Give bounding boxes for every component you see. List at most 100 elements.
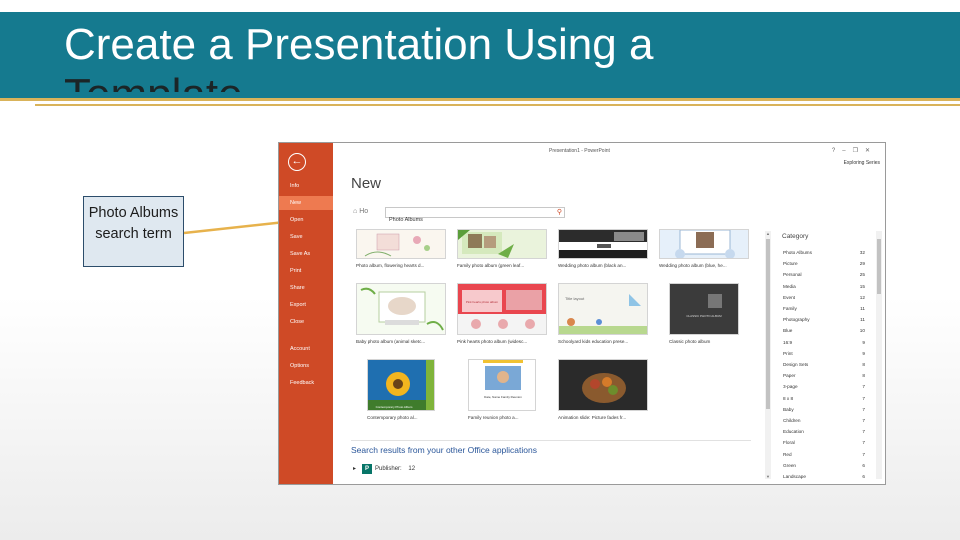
category-item[interactable]: Picture 29 <box>783 258 865 269</box>
category-item[interactable]: Children 7 <box>783 415 865 426</box>
thumb-4-art <box>675 230 735 258</box>
category-scrollbar[interactable] <box>876 231 882 479</box>
results-scrollbar[interactable]: ▲ ▼ <box>765 231 771 479</box>
category-count: 9 <box>862 350 865 356</box>
close-icon[interactable]: ✕ <box>865 148 877 154</box>
scroll-up-icon[interactable]: ▲ <box>765 231 771 236</box>
scroll-down-icon[interactable]: ▼ <box>765 474 771 479</box>
search-box[interactable]: ⚲ <box>385 207 565 225</box>
category-name: Paper <box>783 373 796 379</box>
template-caption-10[interactable]: Family reunion photo a... <box>468 415 564 420</box>
search-icon[interactable]: ⚲ <box>557 208 562 217</box>
template-caption-4[interactable]: Wedding photo album (blue, he... <box>659 263 755 268</box>
template-thumb-1[interactable] <box>356 229 446 259</box>
category-name: Photo Albums <box>783 250 812 255</box>
category-item[interactable]: Landscape 6 <box>783 471 865 482</box>
category-count: 7 <box>862 384 865 390</box>
category-item[interactable]: 8 x 8 7 <box>783 393 865 404</box>
category-count: 11 <box>860 317 865 323</box>
category-name: Red <box>783 451 792 457</box>
minimize-icon[interactable]: – <box>842 148 852 154</box>
category-item[interactable]: Green 6 <box>783 460 865 471</box>
category-item[interactable]: Design Sets 8 <box>783 359 865 370</box>
category-item[interactable]: Red 7 <box>783 449 865 460</box>
template-caption-6[interactable]: Pink hearts photo album (widesc... <box>457 339 553 344</box>
template-thumb-5[interactable] <box>356 283 446 335</box>
category-item[interactable]: Blue 10 <box>783 325 865 336</box>
template-thumb-6[interactable]: Pink hearts photo album <box>457 283 547 335</box>
category-item[interactable]: Photography 11 <box>783 314 865 325</box>
thumb-7-art: Title layout <box>559 294 647 334</box>
nav-item-open[interactable]: Open <box>279 213 333 227</box>
template-caption-5[interactable]: Baby photo album (animal sketc... <box>356 339 452 344</box>
thumb-2-art <box>458 230 514 258</box>
results-scroll-thumb[interactable] <box>766 239 770 409</box>
category-item[interactable]: Print 9 <box>783 348 865 359</box>
template-caption-8[interactable]: Classic photo album <box>669 339 765 344</box>
category-name: Personal <box>783 272 802 278</box>
back-arrow-icon[interactable]: ← <box>288 153 306 171</box>
template-thumb-2[interactable] <box>457 229 547 259</box>
category-count: 7 <box>862 451 865 457</box>
category-item[interactable]: Baby 7 <box>783 404 865 415</box>
category-count: 6 <box>862 462 865 468</box>
nav-item-close[interactable]: Close <box>279 315 333 329</box>
category-count: 8 <box>862 373 865 379</box>
category-item[interactable]: Education 7 <box>783 426 865 437</box>
nav-item-save-as[interactable]: Save As <box>279 247 333 261</box>
nav-item-export[interactable]: Export <box>279 298 333 312</box>
template-thumb-11[interactable] <box>558 359 648 411</box>
category-count: 9 <box>862 339 865 345</box>
nav-item-new[interactable]: New <box>279 196 333 210</box>
nav-item-account[interactable]: Account <box>279 342 333 356</box>
category-item[interactable]: Event 12 <box>783 292 865 303</box>
thumb-9-text: Contemporary Photo Album <box>376 405 413 409</box>
template-thumb-7[interactable]: Title layout <box>558 283 648 335</box>
category-item[interactable]: 16:9 9 <box>783 337 865 348</box>
help-icon[interactable]: ? <box>832 148 842 154</box>
template-caption-11[interactable]: Animation slide: Picture fades fr... <box>558 415 654 420</box>
nav-item-info[interactable]: Info <box>279 179 333 193</box>
category-name: 8 x 8 <box>783 395 794 401</box>
category-count: 8 <box>862 362 865 367</box>
template-thumb-10[interactable]: Date, Name Family Reunion <box>468 359 536 411</box>
template-thumb-8[interactable]: CLASSIC PHOTO ALBUM <box>669 283 739 335</box>
category-item[interactable]: Personal 25 <box>783 269 865 280</box>
category-item[interactable]: Media 15 <box>783 281 865 292</box>
category-name: Education <box>783 429 804 435</box>
home-icon[interactable]: ⌂ Ho <box>353 208 368 215</box>
user-name[interactable]: Exploring Series <box>844 160 880 166</box>
nav-item-options[interactable]: Options <box>279 359 333 373</box>
thumb-7-text: Title layout <box>565 296 585 301</box>
category-item[interactable]: Paper 8 <box>783 370 865 381</box>
template-caption-7[interactable]: Schoolyard kids education prese... <box>558 339 654 344</box>
category-name: 16:9 <box>783 339 793 345</box>
template-caption-2[interactable]: Family photo album (green leaf... <box>457 263 553 268</box>
nav-item-save[interactable]: Save <box>279 230 333 244</box>
search-input[interactable] <box>386 215 549 225</box>
category-item[interactable]: Family 11 <box>783 303 865 314</box>
template-caption-9[interactable]: Contemporary photo al... <box>367 415 463 420</box>
template-caption-1[interactable]: Photo album, flowering hearts d... <box>356 263 452 268</box>
template-thumb-9[interactable]: Contemporary Photo Album <box>367 359 435 411</box>
category-count: 11 <box>860 306 865 311</box>
results-divider <box>351 440 751 441</box>
template-thumb-4[interactable] <box>659 229 749 259</box>
thumb-1-art <box>364 233 430 257</box>
category-scroll-thumb[interactable] <box>877 239 881 294</box>
category-item[interactable]: Photo Albums 32 <box>783 247 865 258</box>
restore-icon[interactable]: ❐ <box>853 148 865 154</box>
nav-item-feedback[interactable]: Feedback <box>279 376 333 390</box>
publisher-row[interactable]: ▸ P Publisher: 12 <box>353 464 415 474</box>
thumb-3-art <box>559 230 647 258</box>
category-item[interactable]: 3-page 7 <box>783 381 865 392</box>
category-item[interactable]: Floral 7 <box>783 437 865 448</box>
template-caption-3[interactable]: Wedding photo album (black an... <box>558 263 654 268</box>
category-name: Event <box>783 294 795 300</box>
category-name: Floral <box>783 440 795 446</box>
expand-icon[interactable]: ▸ <box>353 466 356 472</box>
template-thumb-3[interactable] <box>558 229 648 259</box>
nav-item-share[interactable]: Share <box>279 281 333 295</box>
callout-box: Photo Albums search term <box>83 196 184 267</box>
nav-item-print[interactable]: Print <box>279 264 333 278</box>
